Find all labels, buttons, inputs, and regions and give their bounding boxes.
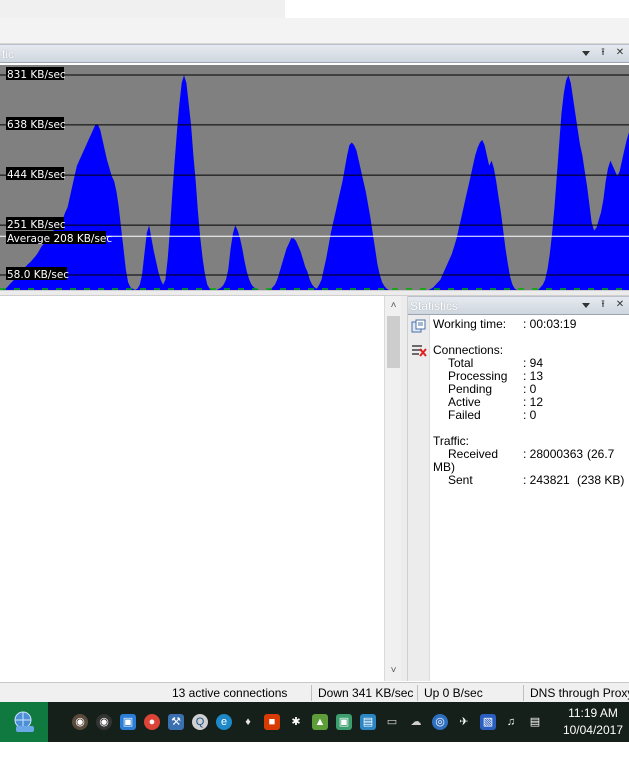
- received-size-wrap: MB): [433, 460, 455, 474]
- scroll-down-icon[interactable]: ˅: [385, 663, 402, 679]
- received-label: Received: [448, 447, 499, 461]
- search-icon[interactable]: Q: [192, 714, 208, 730]
- chrome-icon[interactable]: ●: [144, 714, 160, 730]
- sent-size: (238 KB): [577, 473, 625, 487]
- total-value: : 94: [523, 356, 544, 370]
- status-dns: DNS through Proxy: [530, 686, 629, 700]
- processing-value: : 13: [523, 369, 544, 383]
- received-size: (26.7: [587, 447, 615, 461]
- window-top-strip: [0, 0, 629, 18]
- cloud-icon[interactable]: ☁: [408, 714, 424, 730]
- connections-list[interactable]: [0, 296, 384, 681]
- stats-gutter: [408, 315, 430, 681]
- taskbar-clock[interactable]: 11:19 AM 10/04/2017: [563, 705, 623, 739]
- airplane-icon[interactable]: ✈: [456, 714, 472, 730]
- clock-copy-icon: [411, 319, 426, 333]
- status-up: Up 0 B/sec: [424, 686, 483, 700]
- traffic-label: Traffic:: [433, 434, 470, 448]
- start-button[interactable]: [0, 702, 48, 742]
- globe-user-icon: [14, 711, 34, 732]
- total-label: Total: [448, 356, 474, 370]
- tools-icon[interactable]: ⚒: [168, 714, 184, 730]
- scroll-up-icon[interactable]: ˄: [385, 298, 402, 314]
- graph-pane-title-text: tic: [2, 47, 14, 61]
- pending-value: : 0: [523, 382, 537, 396]
- traffic-graph: 831 KB/sec 638 KB/sec 444 KB/sec 251 KB/…: [0, 65, 629, 290]
- scale-label-58: 58.0 KB/sec: [7, 269, 69, 281]
- monitor-icon[interactable]: ▣: [120, 714, 136, 730]
- bottom-margin: [0, 742, 629, 768]
- ie-icon[interactable]: e: [216, 714, 232, 730]
- traffic-graph-svg: 831 KB/sec 638 KB/sec 444 KB/sec 251 KB/…: [0, 67, 629, 290]
- working-time-value: : 00:03:19: [523, 317, 577, 331]
- eye-icon[interactable]: ◉: [96, 714, 112, 730]
- failed-value: : 0: [523, 408, 537, 422]
- display-icon[interactable]: ▧: [480, 714, 496, 730]
- scale-label-251: 251 KB/sec: [7, 219, 66, 231]
- app-icon-1[interactable]: ◉: [72, 714, 88, 730]
- statistics-title: Statistics: [410, 299, 459, 313]
- sent-label: Sent: [448, 473, 473, 487]
- app-icon-blue[interactable]: ▤: [360, 714, 376, 730]
- received-value: : 28000363: [523, 447, 584, 461]
- active-label: Active: [448, 395, 481, 409]
- working-time-label: Working time:: [433, 317, 507, 331]
- status-bar: 13 active connections Down 341 KB/sec Up…: [0, 682, 629, 702]
- stats-menu-icon[interactable]: [580, 299, 592, 311]
- menu-strip: [0, 18, 629, 44]
- scale-label-444: 444 KB/sec: [7, 169, 66, 181]
- notifications-icon[interactable]: ▤: [527, 714, 543, 730]
- traffic-area-series: [0, 75, 629, 290]
- close-icon[interactable]: ✕: [614, 47, 626, 59]
- battery-icon[interactable]: ▭: [384, 714, 400, 730]
- network-globe-icon[interactable]: ◎: [432, 714, 448, 730]
- scale-label-831: 831 KB/sec: [7, 69, 66, 81]
- pin-icon[interactable]: ⭱: [597, 47, 609, 59]
- stats-pin-icon[interactable]: ⭱: [597, 299, 609, 311]
- clock-date: 10/04/2017: [562, 723, 623, 737]
- statistics-panel: Working time: : 00:03:19 Connections: To…: [408, 315, 629, 681]
- sent-value: : 243821: [523, 473, 570, 487]
- processing-label: Processing: [448, 369, 508, 383]
- connections-icon: [412, 345, 427, 357]
- bluetooth-icon[interactable]: ✱: [288, 714, 304, 730]
- statistics-pane-title: Statistics ⭱ ✕: [408, 296, 629, 315]
- app-icon-teal[interactable]: ▣: [336, 714, 352, 730]
- failed-label: Failed: [448, 408, 481, 422]
- office-icon[interactable]: ■: [264, 714, 280, 730]
- list-scrollbar[interactable]: ˄ ˅: [384, 296, 401, 681]
- connections-label: Connections:: [433, 343, 504, 357]
- status-down: Down 341 KB/sec: [318, 686, 414, 700]
- scroll-thumb[interactable]: [387, 316, 400, 368]
- pending-label: Pending: [448, 382, 493, 396]
- taskbar: ◉ ◉ ▣ ● ⚒ Q e ♦ ■ ✱ ▲ ▣ ▤ ▭ ☁ ◎ ✈ ▧ ♫ ▤ …: [0, 702, 629, 742]
- volume-icon[interactable]: ♫: [503, 714, 519, 730]
- clock-time: 11:19 AM: [568, 706, 618, 720]
- app-window: tic ⭱ ✕ 831 KB/sec 638 KB/sec 444 KB/sec…: [0, 0, 629, 768]
- stats-close-icon[interactable]: ✕: [614, 299, 626, 311]
- active-value: : 12: [523, 395, 544, 409]
- pane-menu-icon[interactable]: [580, 47, 592, 59]
- graph-pane-title: tic ⭱ ✕: [0, 44, 629, 63]
- scale-label-638: 638 KB/sec: [7, 119, 66, 131]
- vertical-splitter[interactable]: [401, 296, 408, 681]
- status-connections: 13 active connections: [172, 686, 288, 700]
- average-label: Average 208 KB/sec: [7, 233, 112, 245]
- drop-icon[interactable]: ♦: [240, 714, 256, 730]
- app-icon-green[interactable]: ▲: [312, 714, 328, 730]
